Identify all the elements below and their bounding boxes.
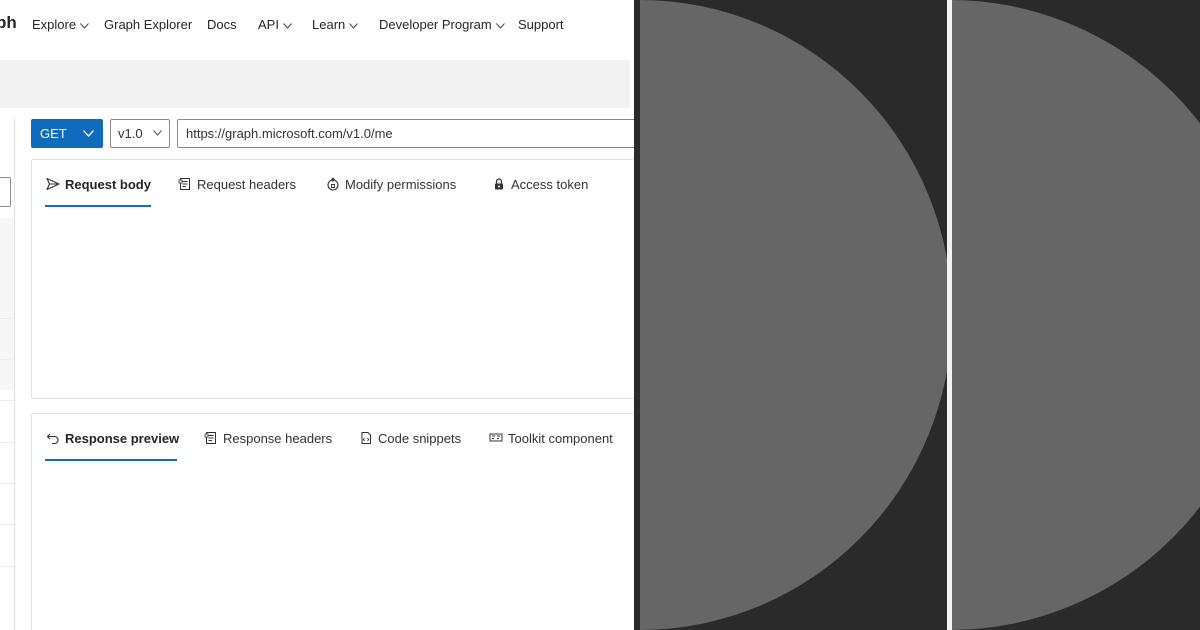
tab-label: Modify permissions	[345, 177, 457, 192]
code-file-icon	[359, 431, 373, 445]
nav-item-learn[interactable]: Learn	[312, 17, 359, 32]
active-tab-indicator	[45, 205, 151, 207]
request-panel: Request body Request headers Modify perm…	[31, 159, 634, 399]
chevron-down-icon	[80, 22, 89, 29]
tab-code-snippets[interactable]: Code snippets	[359, 431, 461, 457]
document-icon	[204, 431, 218, 445]
nav-item-docs[interactable]: Docs	[207, 17, 237, 32]
nav-item-label: Docs	[207, 17, 237, 32]
api-version-label: v1.0	[118, 126, 143, 141]
sidebar-divider	[0, 566, 14, 567]
graph-explorer-screenshot: ph Explore Graph Explorer Docs API Learn…	[0, 0, 634, 630]
tab-label: Response headers	[223, 431, 333, 446]
chevron-down-icon	[349, 22, 359, 29]
nav-item-explore[interactable]: Explore	[32, 17, 89, 32]
sidebar-divider	[0, 483, 14, 484]
chevron-down-icon	[283, 22, 292, 29]
nav-item-label: Support	[518, 17, 564, 32]
tab-label: Access token	[511, 177, 589, 192]
query-url-input[interactable]	[177, 119, 634, 148]
top-navigation: ph Explore Graph Explorer Docs API Learn…	[0, 0, 634, 50]
nav-item-support[interactable]: Support	[518, 17, 564, 32]
sidebar-divider	[0, 442, 14, 443]
tab-request-headers[interactable]: Request headers	[178, 177, 296, 203]
sidebar-section	[0, 218, 14, 390]
tab-label: Request body	[65, 177, 151, 192]
active-tab-indicator	[45, 459, 177, 461]
nav-item-api[interactable]: API	[258, 17, 292, 32]
header-banner	[0, 60, 630, 108]
sidebar-border	[14, 118, 15, 630]
undo-arrow-icon	[46, 431, 60, 445]
document-icon	[178, 177, 192, 191]
sidebar-divider	[0, 524, 14, 525]
tab-response-headers[interactable]: Response headers	[204, 431, 332, 457]
api-version-dropdown[interactable]: v1.0	[110, 119, 170, 148]
nav-item-label: Explore	[32, 17, 77, 32]
response-panel: Response preview Response headers Code s…	[31, 413, 634, 630]
chevron-down-icon	[153, 130, 162, 136]
chevron-down-icon	[83, 130, 94, 137]
sidebar-divider	[0, 318, 14, 319]
divider-stripe	[947, 0, 952, 630]
toolkit-icon	[489, 431, 503, 445]
tab-label: Request headers	[197, 177, 297, 192]
http-method-dropdown[interactable]: GET	[31, 119, 103, 148]
tab-label: Code snippets	[378, 431, 462, 446]
brand-title: ph	[0, 13, 17, 32]
tab-label: Toolkit component	[508, 431, 613, 446]
nav-item-label: Developer Program	[379, 17, 492, 32]
tab-toolkit-component[interactable]: Toolkit component	[489, 431, 613, 457]
chevron-down-icon	[495, 22, 505, 29]
nav-item-graph-explorer[interactable]: Graph Explorer	[104, 17, 192, 32]
nav-item-label: Graph Explorer	[104, 17, 193, 32]
tab-access-token[interactable]: Access token	[492, 177, 588, 203]
sidebar-divider	[0, 400, 14, 401]
tab-modify-permissions[interactable]: Modify permissions	[326, 177, 456, 203]
sidebar-search-input[interactable]	[0, 177, 11, 207]
sidebar	[0, 118, 20, 630]
nav-item-developer-program[interactable]: Developer Program	[379, 17, 505, 32]
tab-label: Response preview	[65, 431, 180, 446]
half-circle-shape-2	[950, 0, 1200, 630]
nav-item-label: API	[258, 17, 279, 32]
lock-icon	[492, 177, 506, 191]
http-method-label: GET	[40, 126, 67, 141]
tab-request-body[interactable]: Request body	[46, 177, 151, 203]
sidebar-divider	[0, 359, 14, 360]
send-icon	[46, 177, 60, 191]
tab-response-preview[interactable]: Response preview	[46, 431, 179, 457]
nav-item-label: Learn	[312, 17, 346, 32]
permissions-icon	[326, 177, 340, 191]
